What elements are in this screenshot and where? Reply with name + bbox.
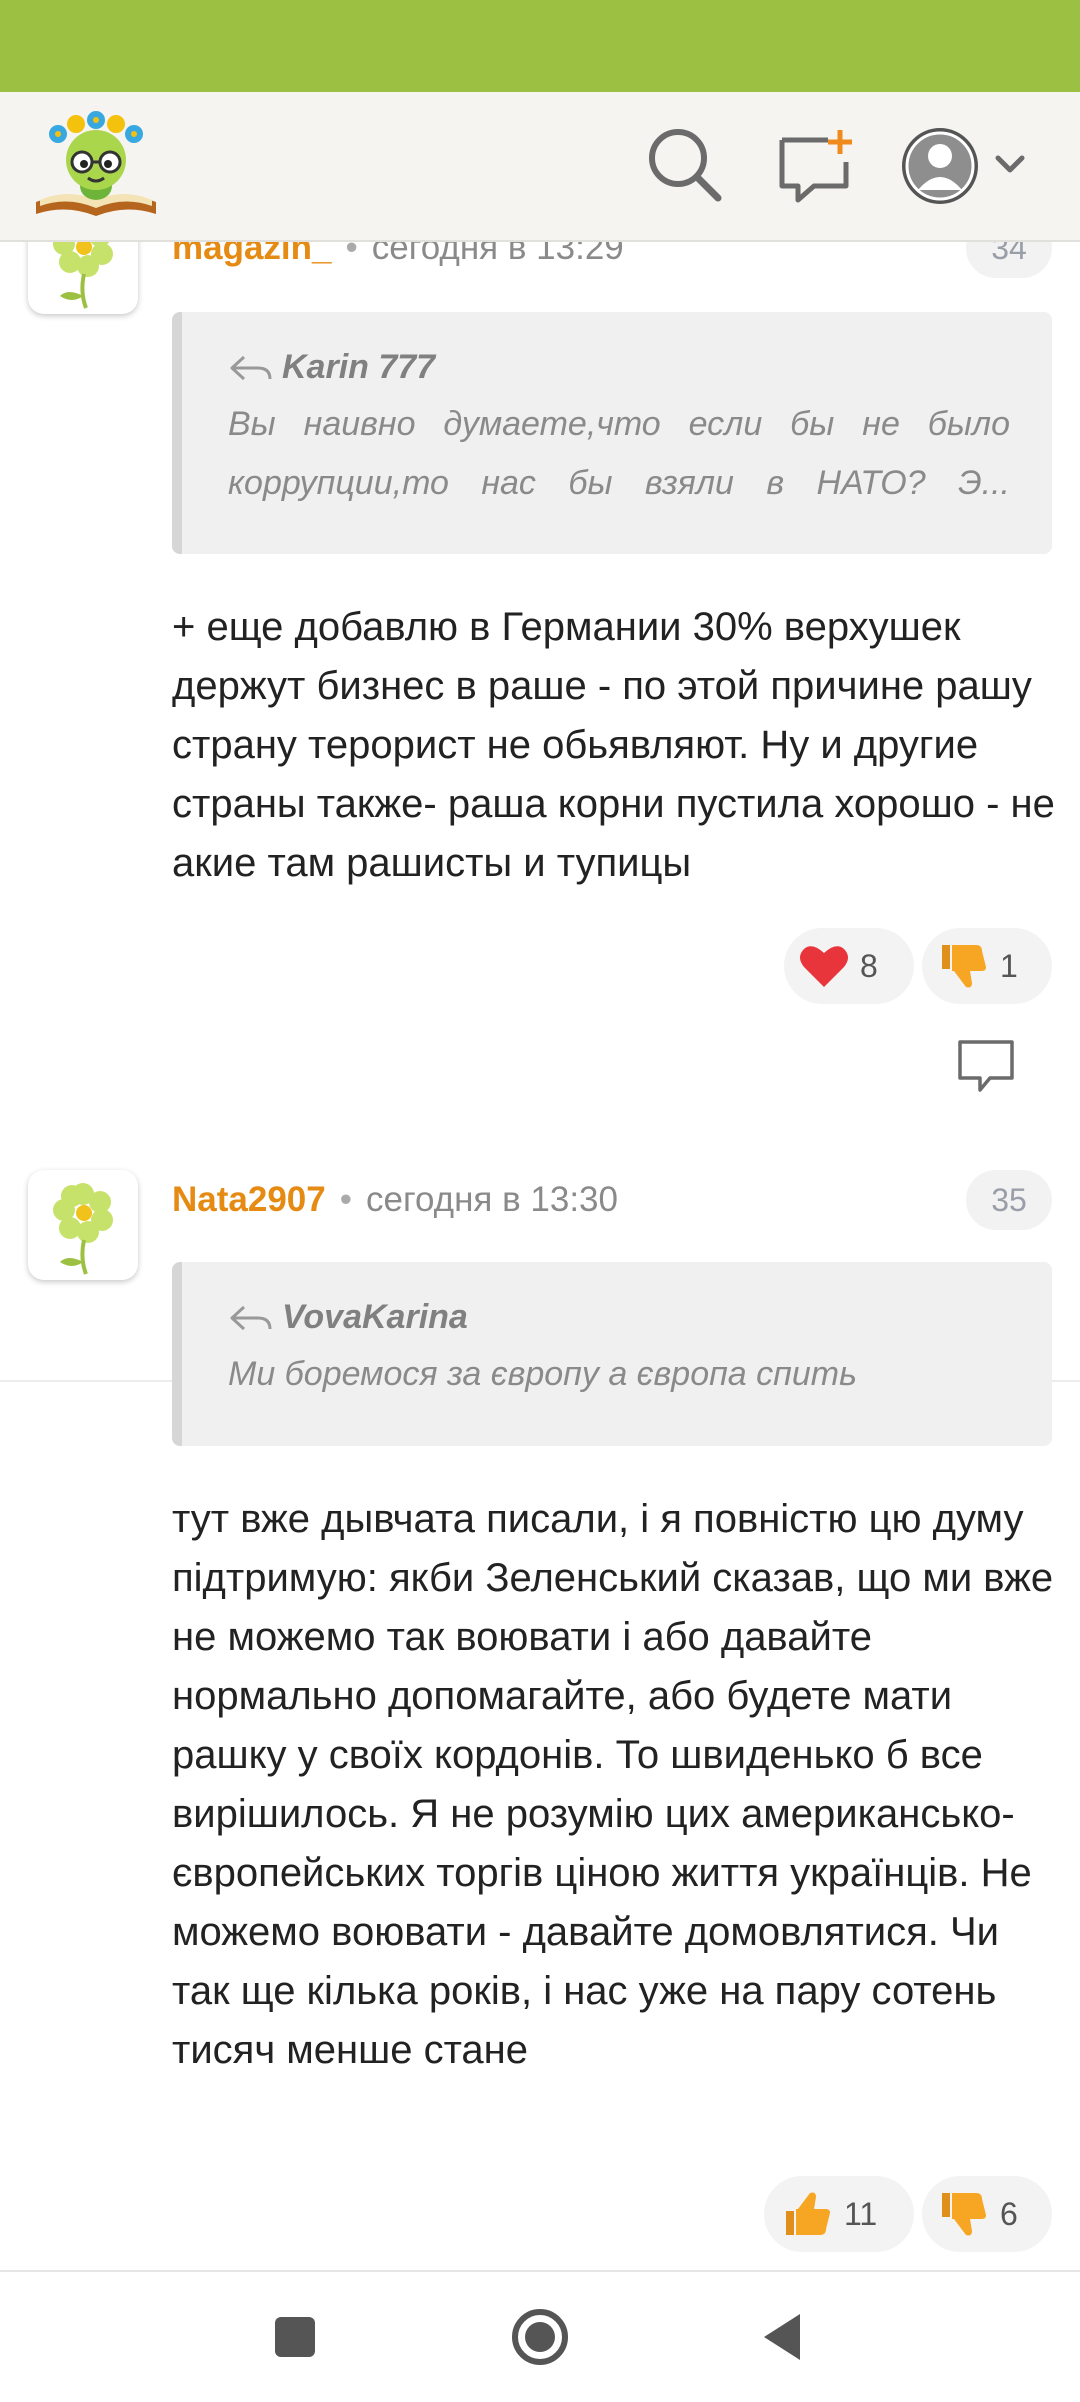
quoted-reply[interactable]: Karin 777 Вы наивно думаете,что если бы … <box>172 312 1052 554</box>
thumbs-down-icon <box>942 945 986 988</box>
meta-separator: • <box>345 240 358 267</box>
avatar[interactable] <box>28 1170 138 1280</box>
new-message-icon[interactable] <box>770 120 858 208</box>
reaction-dislike-button[interactable]: 1 <box>922 928 1052 1004</box>
quote-line: Вы наивно думаете,что если бы не было <box>228 405 1010 443</box>
thumbs-up-icon <box>786 2192 830 2235</box>
comments-feed[interactable]: magazin_ • сегодня в 13:29 34 Karin 777 Вы… <box>0 240 1080 2270</box>
reaction-count: 11 <box>844 2195 878 2232</box>
reaction-dislike-button[interactable]: 6 <box>922 2176 1052 2252</box>
meta-separator: • <box>339 1180 352 1219</box>
quote-line: Ми боремося за європу а європа спить <box>228 1355 857 1393</box>
reaction-count: 6 <box>1000 2195 1018 2232</box>
heart-icon <box>800 946 848 987</box>
comment-text: тут вже дывчата писали, і я повністю цю … <box>172 1497 1054 2072</box>
reply-arrow-icon <box>230 355 272 380</box>
comment-meta: Nata2907 • сегодня в 13:30 <box>172 1180 618 1220</box>
reaction-count: 1 <box>1000 947 1018 984</box>
reply-arrow-icon <box>230 1305 272 1330</box>
logo-icon[interactable] <box>30 110 162 222</box>
system-nav-bar <box>0 2270 1080 2402</box>
search-icon[interactable] <box>640 120 728 208</box>
comment-number: 34 <box>966 240 1052 278</box>
reaction-heart-button[interactable]: 8 <box>784 928 914 1004</box>
back-icon[interactable] <box>750 2302 820 2372</box>
quote-author-row: VovaKarina <box>228 1298 1010 1337</box>
reaction-like-button[interactable]: 11 <box>764 2176 914 2252</box>
reaction-count: 8 <box>860 947 878 984</box>
comment-number: 35 <box>966 1170 1052 1230</box>
comment-meta: magazin_ • сегодня в 13:29 <box>172 240 624 268</box>
comment-time: сегодня в 13:30 <box>366 1180 618 1219</box>
status-bar <box>0 0 1080 92</box>
quote-author[interactable]: VovaKarina <box>282 1298 468 1337</box>
quoted-reply[interactable]: VovaKarina Ми боремося за європу а європ… <box>172 1262 1052 1446</box>
quote-line: коррупции,то нас бы взяли в НАТО? Э... <box>228 464 1010 502</box>
avatar[interactable] <box>28 240 138 314</box>
recent-apps-icon[interactable] <box>260 2302 330 2372</box>
thumbs-down-icon <box>942 2193 986 2236</box>
user-menu-button[interactable] <box>900 118 1036 214</box>
quote-author[interactable]: Karin 777 <box>282 348 435 387</box>
comment-text: + еще добавлю в Германии 30% верхушек де… <box>172 605 1055 885</box>
reply-icon[interactable] <box>954 1034 1018 1098</box>
quote-author-row: Karin 777 <box>228 348 1010 387</box>
comment-time: сегодня в 13:29 <box>371 240 624 267</box>
username[interactable]: Nata2907 <box>172 1180 326 1219</box>
home-icon[interactable] <box>505 2302 575 2372</box>
username[interactable]: magazin_ <box>172 240 332 267</box>
app-header <box>0 92 1080 242</box>
